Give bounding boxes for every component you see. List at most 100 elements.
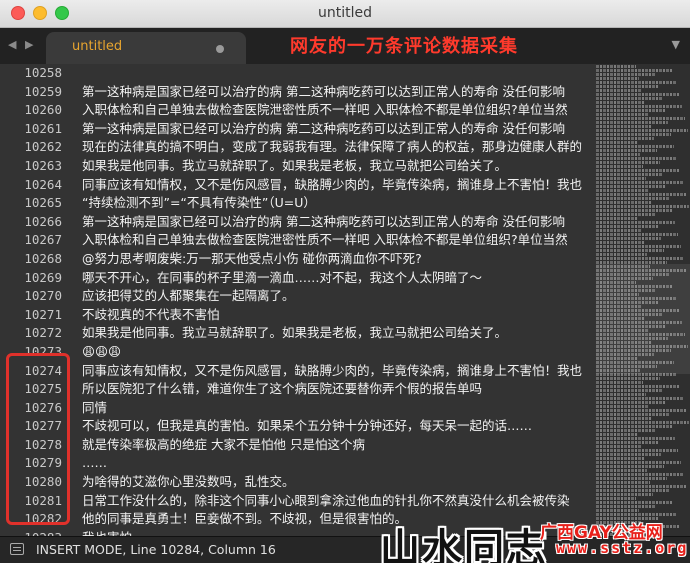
minimap-line xyxy=(596,253,647,256)
line-number: 10263 xyxy=(24,157,62,173)
code-line[interactable]: “持续检测不到”=“不具有传染性”（U=U） xyxy=(82,194,594,213)
minimap-line xyxy=(596,157,677,160)
minimap-line xyxy=(596,397,683,400)
minimap[interactable] xyxy=(596,64,690,536)
minimap-line xyxy=(596,117,685,120)
editor-window: untitled ◀ ▶ untitled 网友的一万条评论数据采集 ▼ 102… xyxy=(0,0,690,563)
code-line[interactable]: 入职体检和自己单独去做检查医院泄密性质不一样吧 入职体检不都是单位组织?单位当然 xyxy=(82,231,594,250)
code-line[interactable]: 为啥得的艾滋你心里没数吗，乱性交。 xyxy=(82,473,594,492)
unsaved-dot-icon[interactable] xyxy=(216,45,224,53)
code-line[interactable]: 同事应该有知情权，又不是伤风感冒，缺胳膊少肉的，毕竟传染病，搁谁身上不害怕！我也 xyxy=(82,176,594,195)
minimap-line xyxy=(596,237,661,240)
minimap-line xyxy=(596,405,649,408)
minimap-line xyxy=(596,145,674,148)
minimap-line xyxy=(596,409,686,412)
minimap-line xyxy=(596,109,665,112)
code-line[interactable]: 如果我是他同事。我立马就辞职了。如果我是老板，我立马就把公司给关了。 xyxy=(82,324,594,343)
minimap-line xyxy=(596,129,688,132)
minimap-line xyxy=(596,469,647,472)
minimap-line xyxy=(596,173,663,176)
minimap-line xyxy=(596,169,680,172)
line-number: 10265 xyxy=(24,195,62,211)
minimap-line xyxy=(596,201,652,204)
minimap-line xyxy=(596,401,666,404)
code-line[interactable]: 现在的法律真的搞不明白，变成了我弱我有理。法律保障了病人的权益，那身边健康人群的 xyxy=(82,138,594,157)
code-line[interactable]: 所以医院犯了什么错，难道你生了这个病医院还要替你弄个假的报告单吗 xyxy=(82,380,594,399)
minimap-line xyxy=(596,473,684,476)
minimap-line xyxy=(596,217,638,220)
minimap-line xyxy=(596,461,681,464)
code-line[interactable]: 同情 xyxy=(82,399,594,418)
minimap-line xyxy=(596,221,675,224)
line-number: 10267 xyxy=(24,232,62,248)
minimap-line xyxy=(596,65,636,68)
tab-untitled[interactable]: untitled xyxy=(46,32,246,64)
minimap-line xyxy=(596,149,657,152)
code-line[interactable]: 如果我是他同事。我立马就辞职了。如果我是老板，我立马就把公司给关了。 xyxy=(82,157,594,176)
line-number: 10259 xyxy=(24,83,62,99)
minimap-line xyxy=(596,389,663,392)
code-line[interactable]: 不歧视真的不代表不害怕 xyxy=(82,306,594,325)
minimap-line xyxy=(596,513,676,516)
minimap-line xyxy=(596,133,671,136)
code-line[interactable]: 就是传染率极高的绝症 大家不是怕他 只是怕这个病 xyxy=(82,436,594,455)
minimap-line xyxy=(596,249,664,252)
code-line[interactable] xyxy=(82,64,594,83)
line-number: 10260 xyxy=(24,102,62,118)
line-number: 10269 xyxy=(24,269,62,285)
window-title: untitled xyxy=(317,5,372,21)
panel-toggle-icon[interactable] xyxy=(10,543,24,555)
minimap-line xyxy=(596,445,641,448)
minimap-line xyxy=(596,81,676,84)
minimap-line xyxy=(596,441,658,444)
code-line[interactable]: 应该把得艾的人都聚集在一起隔离了。 xyxy=(82,287,594,306)
minimap-line xyxy=(596,381,643,384)
minimap-line xyxy=(596,429,655,432)
minimap-line xyxy=(596,485,687,488)
minimap-line xyxy=(596,257,684,260)
line-number: 10264 xyxy=(24,176,62,192)
minimap-line xyxy=(596,113,648,116)
line-number: 10271 xyxy=(24,306,62,322)
line-number: 10270 xyxy=(24,288,62,304)
nav-forward-icon[interactable]: ▶ xyxy=(25,38,33,51)
code-line[interactable]: 第一这种病是国家已经可以治疗的病 第二这种病吃药可以达到正常人的寿命 没任何影响 xyxy=(82,120,594,139)
code-line[interactable]: 日常工作没什么的，除非这个同事小心眼到拿涂过他血的针扎你不然真没什么机会被传染 xyxy=(82,492,594,511)
minimap-line xyxy=(596,161,660,164)
minimap-line xyxy=(596,465,664,468)
minimap-line xyxy=(596,205,689,208)
status-text: INSERT MODE, Line 10284, Column 16 xyxy=(36,542,276,557)
code-line[interactable]: 不歧视可以，但我是真的害怕。如果呆个五分钟十分钟还好，每天呆一起的话…… xyxy=(82,417,594,436)
code-line[interactable]: 😩😩😩 xyxy=(82,343,594,362)
code-line[interactable]: 入职体检和自己单独去做检查医院泄密性质不一样吧 入职体检不都是单位组织?单位当然 xyxy=(82,101,594,120)
minimap-line xyxy=(596,421,689,424)
tab-menu-chevron-icon[interactable]: ▼ xyxy=(672,38,680,51)
minimap-line xyxy=(596,73,656,76)
minimap-line xyxy=(596,493,653,496)
minimap-line xyxy=(596,457,644,460)
code-line[interactable]: @努力思考啊废柴:万一那天他受点小伤 碰你两滴血你不吓死? xyxy=(82,250,594,269)
code-line[interactable]: …… xyxy=(82,454,594,473)
minimap-line xyxy=(596,425,672,428)
minimap-line xyxy=(596,229,641,232)
minimap-line xyxy=(596,185,666,188)
minimap-line xyxy=(596,77,639,80)
nav-back-icon[interactable]: ◀ xyxy=(8,38,16,51)
minimap-line xyxy=(596,245,681,248)
code-line[interactable]: 哪天不开心，在同事的杯子里滴一滴血……对不起，我这个人太阴暗了～ xyxy=(82,269,594,288)
minimap-line xyxy=(596,509,639,512)
minimap-line xyxy=(596,481,650,484)
line-number: 10272 xyxy=(24,325,62,341)
code-text-area[interactable]: 第一这种病是国家已经可以治疗的病 第二这种病吃药可以达到正常人的寿命 没任何影响… xyxy=(82,64,594,536)
minimap-line xyxy=(596,97,662,100)
code-line[interactable]: 第一这种病是国家已经可以治疗的病 第二这种病吃药可以达到正常人的寿命 没任何影响 xyxy=(82,83,594,102)
code-line[interactable]: 第一这种病是国家已经可以治疗的病 第二这种病吃药可以达到正常人的寿命 没任何影响 xyxy=(82,213,594,232)
editor-area[interactable]: 10258 10259 10260 10261 10262 10263 10264 10265… xyxy=(0,64,690,563)
code-line[interactable]: 同事应该有知情权，又不是伤风感冒，缺胳膊少肉的，毕竟传染病，搁谁身上不害怕！我也 xyxy=(82,362,594,381)
minimap-line xyxy=(596,121,668,124)
tab-bar: ◀ ▶ untitled 网友的一万条评论数据采集 ▼ xyxy=(0,28,690,64)
minimap-line xyxy=(596,233,678,236)
minimap-line xyxy=(596,501,673,504)
minimap-viewport[interactable] xyxy=(596,264,690,374)
minimap-line xyxy=(596,377,660,380)
